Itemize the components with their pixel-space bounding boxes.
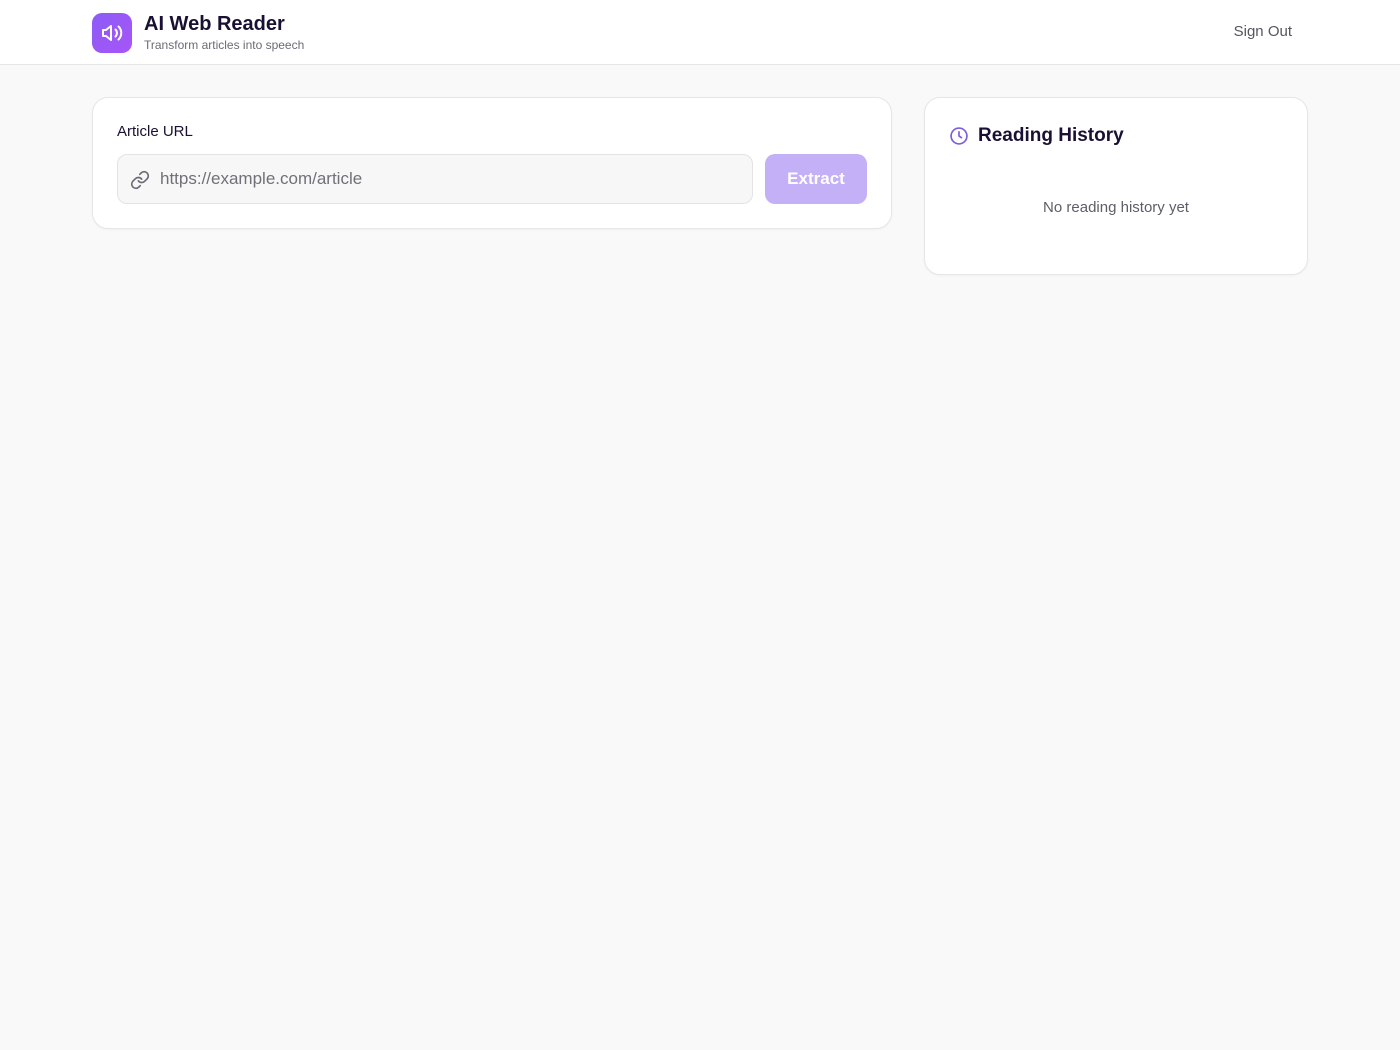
app-title: AI Web Reader <box>144 13 285 35</box>
article-url-label: Article URL <box>117 123 193 140</box>
brand-text: AI Web Reader Transform articles into sp… <box>144 12 304 53</box>
reading-history-card: Reading History No reading history yet <box>924 97 1308 275</box>
speaker-icon <box>102 24 123 41</box>
reading-history-empty-state: No reading history yet <box>1043 199 1189 216</box>
brand: AI Web Reader Transform articles into sp… <box>92 12 304 53</box>
top-navbar: AI Web Reader Transform articles into sp… <box>0 0 1400 65</box>
app-subtitle: Transform articles into speech <box>144 38 305 52</box>
article-url-card: Article URL Extract <box>92 97 892 229</box>
extract-button[interactable]: Extract <box>765 154 867 204</box>
sign-out-button[interactable]: Sign Out <box>1218 16 1308 48</box>
article-url-field[interactable] <box>117 154 753 204</box>
link-icon <box>130 170 150 190</box>
article-url-input[interactable] <box>158 155 748 203</box>
reading-history-title: Reading History <box>978 125 1124 146</box>
clock-icon <box>950 127 968 145</box>
reading-history-header: Reading History <box>949 124 1124 148</box>
app-logo <box>92 12 132 53</box>
